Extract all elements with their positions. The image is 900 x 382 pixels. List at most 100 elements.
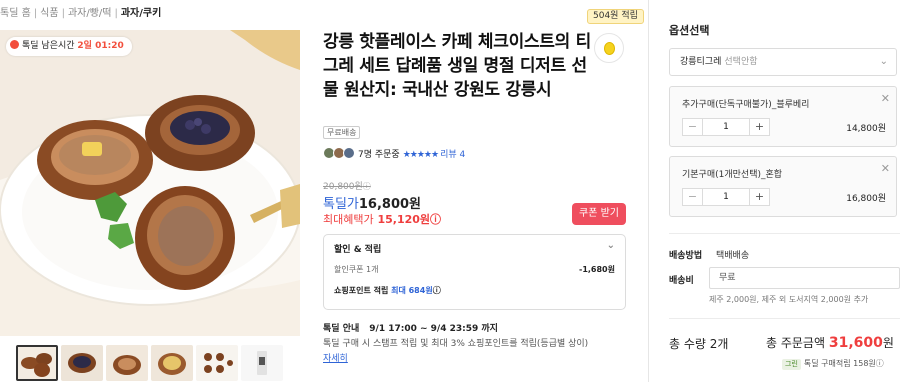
breadcrumb-separator: | — [61, 8, 65, 19]
option-select-value: 강릉티그레 — [680, 57, 722, 67]
product-photo-illustration — [0, 30, 300, 336]
option-item: 기본구매(1개만선택)_혼합 ✕ − 1 + 16,800원 — [669, 156, 897, 217]
panel-divider — [648, 0, 649, 382]
shipping-method-label: 배송방법 — [669, 251, 703, 261]
info-icon[interactable]: ⓘ — [433, 286, 441, 295]
option-item-name: 기본구매(1개만선택)_혼합 — [682, 170, 783, 180]
deal-notice-title: 톡딜 안내 9/1 17:00 ~ 9/4 23:59 까지 — [323, 321, 498, 334]
thumbnail-4[interactable] — [151, 345, 193, 381]
thumbnail-photo — [151, 345, 193, 381]
notice-period: 9/1 17:00 ~ 9/4 23:59 까지 — [369, 324, 498, 334]
breadcrumb-current[interactable]: 과자/쿠키 — [121, 8, 161, 19]
shipping-fee-field: 무료 — [709, 267, 900, 289]
timer-label: 톡딜 남은시간 — [22, 41, 75, 51]
sale-price: 톡딜가16,800원 — [323, 193, 421, 212]
review-summary: 7명 주문중 ★★★★★ 리뷰 4 — [323, 147, 465, 162]
thumbnail-photo — [106, 345, 148, 381]
option-select[interactable]: 강릉티그레 선택안함 ⌄ — [669, 48, 897, 76]
option-title: 옵션선택 — [669, 24, 710, 37]
quantity-stepper: − 1 + — [682, 188, 770, 206]
avatar — [343, 147, 355, 159]
buyer-avatars — [323, 147, 355, 159]
thumbnail-3[interactable] — [106, 345, 148, 381]
free-shipping-tag: 무료배송 — [323, 126, 361, 139]
product-title: 강릉 핫플레이스 카페 체크이스트의 티그레 세트 답례품 생일 명절 디저트 … — [323, 32, 591, 100]
info-icon[interactable]: ⓘ — [430, 213, 441, 226]
notice-title: 톡딜 안내 — [323, 324, 360, 334]
divider — [669, 318, 900, 319]
max-benefit-label: 최대혜택가 — [323, 213, 374, 226]
original-price-value: 20,800원 — [323, 182, 363, 192]
quantity-value[interactable]: 1 — [703, 119, 749, 135]
thumbnail-5[interactable] — [196, 345, 238, 381]
point-value: 최대 684원 — [391, 286, 433, 295]
quantity-value[interactable]: 1 — [703, 189, 749, 205]
timer-dot-icon — [10, 40, 19, 49]
reward-text: 톡딜 구매적립 158원ⓘ — [803, 359, 884, 368]
product-page: 톡딜 홈 | 식품 | 과자/빵/떡 | 과자/쿠키 504원 적립 톡딜 남은시간 2일 … — [0, 0, 900, 382]
shipping-method-value: 택배배송 — [716, 251, 750, 261]
close-icon[interactable]: ✕ — [881, 92, 890, 105]
breadcrumb-separator: | — [114, 8, 118, 19]
notice-detail-link[interactable]: 자세히 — [323, 351, 348, 364]
thumbnail-photo — [61, 345, 103, 381]
total-reward: 그린 톡딜 구매적립 158원ⓘ — [782, 358, 884, 370]
thumbnail-1[interactable] — [16, 345, 58, 381]
share-button[interactable] — [594, 33, 624, 63]
notice-text: 톡딜 구매 시 스탬프 적립 및 최대 3% 쇼핑포인트를 적립(등급별 상이) — [323, 339, 589, 349]
coupon-discount-amount: -1,680원 — [579, 265, 615, 274]
thumbnail-photo — [241, 345, 283, 381]
max-benefit-value: 15,120원 — [377, 213, 431, 226]
option-item-name: 추가구매(단독구매불가)_블루베리 — [682, 100, 810, 110]
chevron-down-icon: ⌄ — [879, 56, 888, 67]
benefit-header[interactable]: 할인 & 적립 ⌄ — [334, 240, 615, 255]
plus-button[interactable]: + — [749, 119, 769, 135]
coupon-discount-row: 할인쿠폰 1개 -1,680원 — [334, 264, 615, 275]
buyer-count: 7명 주문중 — [358, 150, 400, 160]
minus-button[interactable]: − — [683, 119, 703, 135]
deal-timer: 톡딜 남은시간 2일 01:20 — [6, 37, 132, 56]
coin-icon — [604, 42, 615, 55]
breadcrumb-item[interactable]: 식품 — [40, 8, 58, 19]
info-icon[interactable]: ⓘ — [363, 182, 371, 191]
total-quantity: 총 수량 2개 — [669, 337, 729, 351]
max-benefit-price: 최대혜택가 15,120원ⓘ — [323, 211, 441, 227]
divider — [669, 233, 900, 234]
breadcrumb-item[interactable]: 톡딜 홈 — [0, 8, 31, 19]
star-rating-icon: ★★★★★ — [402, 150, 439, 160]
original-price: 20,800원ⓘ — [323, 179, 371, 192]
breadcrumb-item[interactable]: 과자/빵/떡 — [68, 8, 112, 19]
thumbnail-6[interactable] — [241, 345, 283, 381]
point-label: 쇼핑포인트 적립 — [334, 286, 389, 295]
sale-price-label: 톡딜가 — [323, 197, 359, 212]
chevron-down-icon[interactable]: ⌄ — [607, 240, 615, 251]
grade-badge: 그린 — [782, 359, 801, 370]
option-item-price: 16,800원 — [846, 194, 886, 204]
shipping-fee-label: 배송비 — [669, 276, 694, 286]
minus-button[interactable]: − — [683, 189, 703, 205]
sale-price-value: 16,800원 — [358, 197, 422, 212]
benefit-title: 할인 & 적립 — [334, 245, 382, 255]
point-row: 쇼핑포인트 적립 최대 684원ⓘ — [334, 285, 615, 296]
product-main-image[interactable] — [0, 30, 300, 336]
benefit-box: 할인 & 적립 ⌄ 할인쿠폰 1개 -1,680원 쇼핑포인트 적립 최대 68… — [323, 234, 626, 310]
total-price-label: 총 주문금액 — [766, 336, 826, 350]
option-item-price: 14,800원 — [846, 124, 886, 134]
thumbnail-photo — [16, 345, 58, 381]
close-icon[interactable]: ✕ — [881, 162, 890, 175]
breadcrumb-separator: | — [33, 8, 38, 19]
thumbnail-2[interactable] — [61, 345, 103, 381]
quantity-stepper: − 1 + — [682, 118, 770, 136]
shipping-note: 제주 2,000원, 제주 외 도서지역 2,000원 추가 — [709, 295, 869, 304]
breadcrumb: 톡딜 홈 | 식품 | 과자/빵/떡 | 과자/쿠키 — [0, 4, 161, 19]
timer-value: 2일 01:20 — [77, 41, 124, 51]
thumbnail-photo — [196, 345, 238, 381]
plus-button[interactable]: + — [749, 189, 769, 205]
coupon-discount-label: 할인쿠폰 1개 — [334, 265, 379, 274]
coupon-button[interactable]: 쿠폰 받기 — [572, 203, 626, 225]
total-price-value: 31,600 — [828, 335, 883, 351]
option-select-placeholder: 선택안함 — [724, 57, 758, 67]
review-link[interactable]: 리뷰 4 — [440, 150, 465, 160]
total-price-unit: 원 — [882, 336, 894, 350]
total-price: 총 주문금액 31,600원 — [766, 334, 894, 351]
